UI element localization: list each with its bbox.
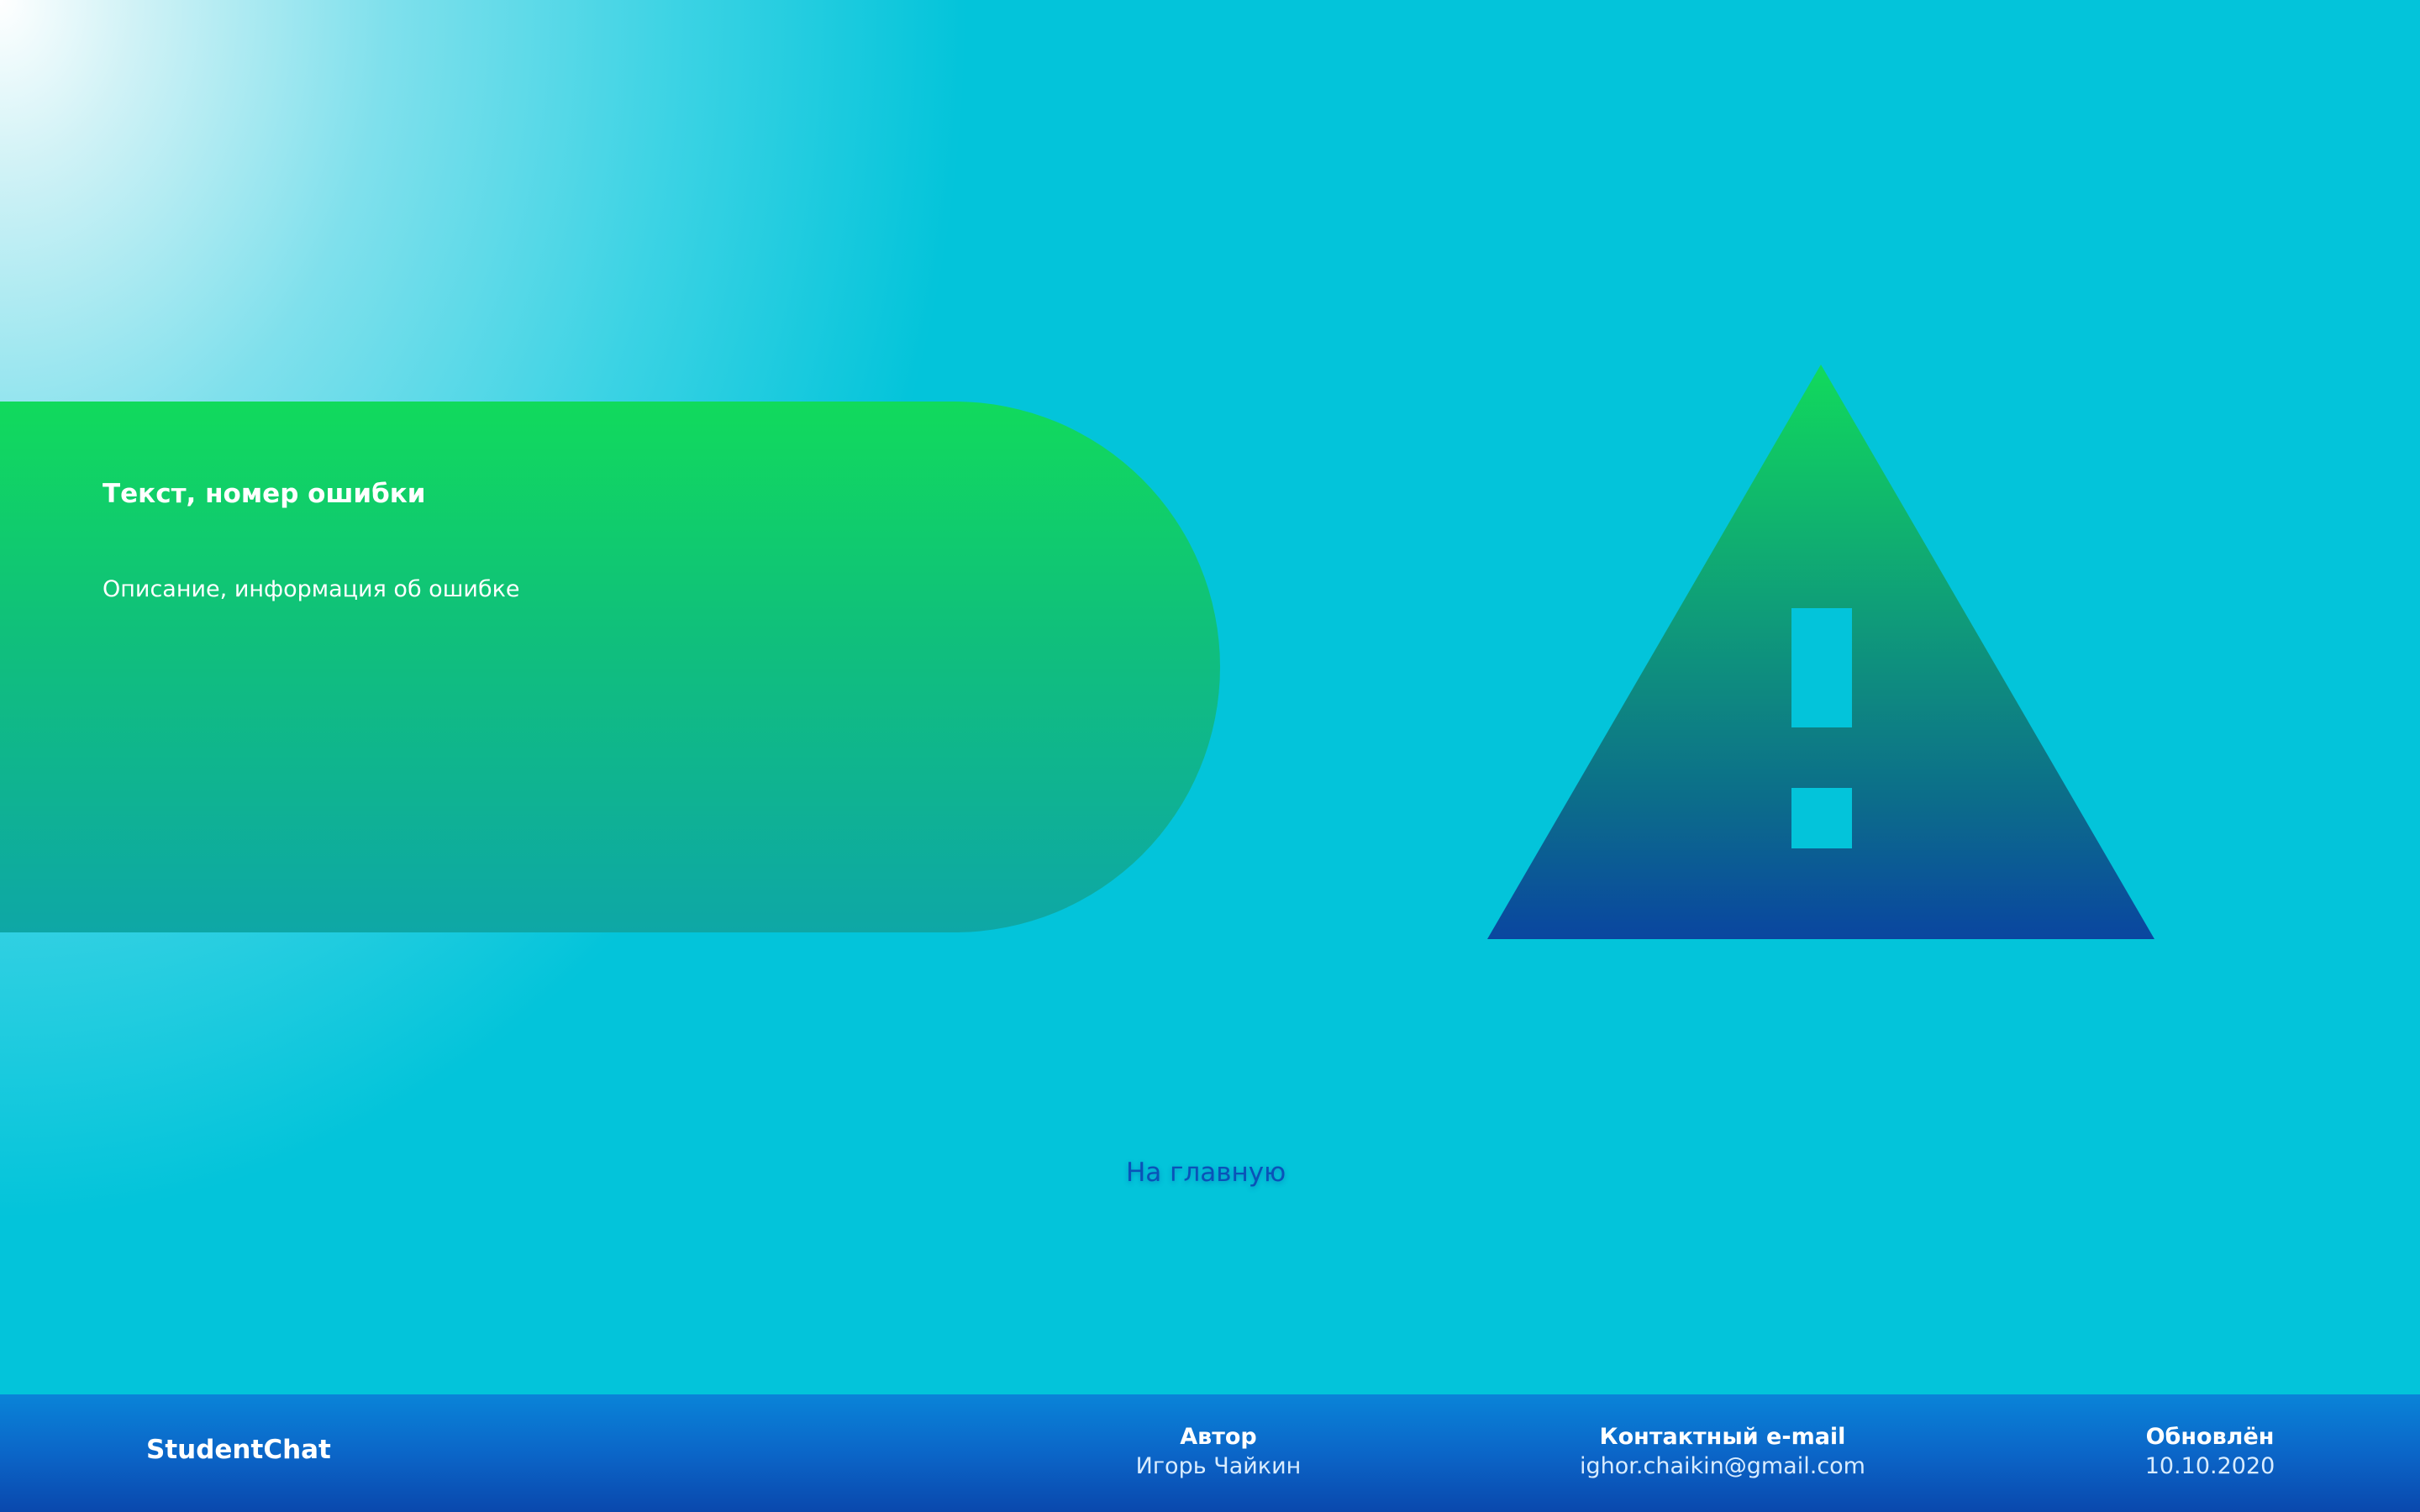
footer-email: Контактный e-mail ighor.chaikin@gmail.co… bbox=[1563, 1422, 1882, 1481]
error-description: Описание, информация об ошибке bbox=[103, 576, 520, 602]
error-title: Текст, номер ошибки bbox=[103, 479, 426, 509]
warning-triangle-icon bbox=[1487, 365, 2154, 939]
footer-updated-label: Обновлён bbox=[2145, 1424, 2275, 1450]
footer-email-label: Контактный e-mail bbox=[1599, 1424, 1846, 1450]
footer-updated-value: 10.10.2020 bbox=[2144, 1453, 2275, 1479]
home-link[interactable]: На главную bbox=[1126, 1158, 1286, 1188]
footer-brand: StudentChat bbox=[146, 1435, 331, 1465]
footer-updated: Обновлён 10.10.2020 bbox=[2126, 1422, 2294, 1481]
footer-email-value[interactable]: ighor.chaikin@gmail.com bbox=[1563, 1452, 1882, 1481]
footer-author-label: Автор bbox=[1180, 1424, 1257, 1450]
footer-author-value: Игорь Чайкин bbox=[1135, 1453, 1302, 1479]
footer-author: Автор Игорь Чайкин bbox=[1134, 1422, 1302, 1481]
